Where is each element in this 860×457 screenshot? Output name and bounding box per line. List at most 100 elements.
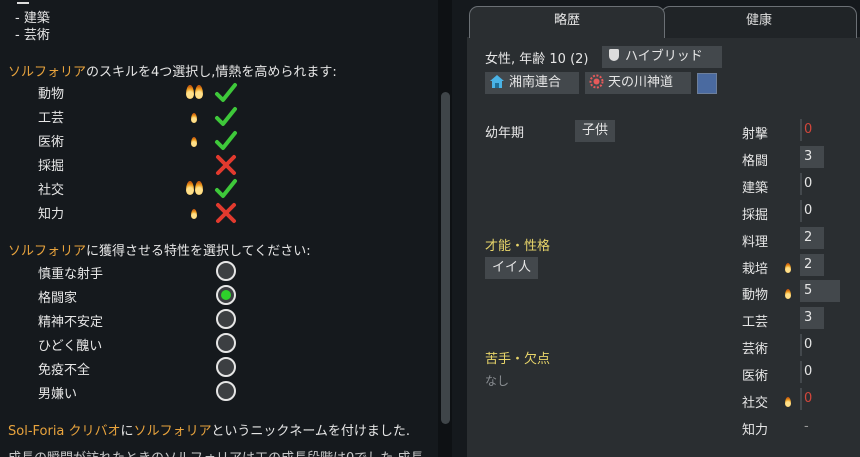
faction-label: 湘南連合 <box>509 75 562 90</box>
skill-label: 知力 <box>38 207 65 222</box>
skill-name: 採掘 <box>742 207 769 223</box>
checkmark-icon <box>214 82 238 108</box>
skill-label: 工芸 <box>38 111 65 126</box>
tab-health[interactable]: 健康 <box>661 6 857 38</box>
skill-label: 医術 <box>38 135 65 150</box>
skill-level-bar[interactable]: 5 <box>800 280 840 303</box>
nickname-text: というニックネームを付けました. <box>211 424 411 439</box>
skill-level-bar[interactable]: 2 <box>800 226 824 249</box>
skill-row[interactable]: 採掘 <box>0 155 430 177</box>
top-list-item: - 芸術 <box>15 28 50 43</box>
skill-row[interactable]: 工芸 <box>0 107 430 129</box>
skill-level-bar[interactable]: 0 <box>800 388 824 410</box>
trait-option-label: 慎重な射手 <box>38 267 104 282</box>
passion-flame-icon <box>191 209 197 219</box>
faction-chip[interactable]: 湘南連合 <box>485 72 579 94</box>
radio-button[interactable] <box>216 333 236 353</box>
skill-name: 栽培 <box>742 261 769 277</box>
trait-option-label: 精神不安定 <box>38 315 104 330</box>
trait-option-label: 免疫不全 <box>38 363 91 378</box>
skill-level-bar[interactable]: 0 <box>800 119 824 141</box>
skill-row[interactable]: 動物 <box>0 83 430 105</box>
passion-flame-icon <box>186 181 194 195</box>
skill-level-bar[interactable]: 0 <box>800 361 824 384</box>
skill-name: 芸術 <box>742 342 769 358</box>
scrollbar-thumb[interactable] <box>441 92 450 424</box>
passion-flame-icon <box>186 85 194 99</box>
radio-button[interactable] <box>216 381 236 401</box>
nickname-link[interactable]: ソルフォリア <box>134 424 212 439</box>
clipped-line <box>17 0 47 6</box>
skill-prompt: ソルフォリアのスキルを4つ選択し,情熱を高められます: <box>8 61 337 80</box>
trait-option-row[interactable]: ひどく醜い <box>0 333 430 357</box>
trait-option-row[interactable]: 精神不安定 <box>0 309 430 333</box>
ideology-chip[interactable]: 天の川神道 <box>585 72 691 94</box>
gender-age: 女性, 年齢 10 (2) <box>485 52 589 67</box>
nickname-text: に <box>120 424 134 439</box>
character-info-panel: 略歴 健康 女性, 年齢 10 (2) ハイブリッド 湘南連合 天の川神道 幼年… <box>467 0 860 457</box>
skill-label: 動物 <box>38 87 65 102</box>
skill-level-bar[interactable]: 3 <box>800 307 824 330</box>
skill-row[interactable]: 社交 <box>0 179 430 201</box>
ideology-color-swatch[interactable] <box>697 73 717 94</box>
skill-level-bar[interactable]: 0 <box>800 172 824 195</box>
trait-option-label: ひどく醜い <box>38 339 103 354</box>
radio-button[interactable] <box>216 261 236 281</box>
skill-name: 建築 <box>742 180 769 196</box>
trait-option-row[interactable]: 男嫌い <box>0 381 430 405</box>
trait-option-row[interactable]: 免疫不全 <box>0 357 430 381</box>
traits-section-title: 才能・性格 <box>485 239 551 254</box>
skill-level-bar[interactable]: 0 <box>800 199 824 222</box>
trait-prompt-text: に獲得させる特性を選択してください: <box>86 244 311 259</box>
nickname-message: Sol-Foria クリバオにソルフォリアというニックネームを付けました. <box>8 420 410 439</box>
checkmark-icon <box>214 130 238 156</box>
cross-icon <box>214 154 238 180</box>
skill-name: 料理 <box>742 234 769 250</box>
skill-name: 工芸 <box>742 315 769 331</box>
radio-button[interactable] <box>216 357 236 377</box>
skill-prompt-text: のスキルを4つ選択し,情熱を高められます: <box>86 65 337 80</box>
incapable-section-title: 苦手・欠点 <box>485 352 551 367</box>
skill-level-bar[interactable]: 3 <box>800 145 824 168</box>
tab-biography[interactable]: 略歴 <box>469 6 665 38</box>
radio-button[interactable] <box>216 285 236 305</box>
shield-icon <box>609 49 619 61</box>
skill-name: 社交 <box>742 396 769 411</box>
trait-chip[interactable]: イイ人 <box>485 257 539 279</box>
skill-name: 医術 <box>742 369 769 385</box>
radio-button[interactable] <box>216 309 236 329</box>
passion-flame-icon <box>195 181 203 195</box>
pawn-name-link[interactable]: ソルフォリア <box>8 65 86 80</box>
skill-name: 格闘 <box>742 153 769 169</box>
passion-flame-icon <box>191 137 197 147</box>
cut-off-text: 成長の瞬間が訪れたときのソルフォリアは工の成長段階は0でした.成長 <box>8 447 423 457</box>
skill-name: 射撃 <box>742 127 769 142</box>
passion-flame-icon <box>785 262 791 273</box>
skill-row[interactable]: 知力 <box>0 203 430 225</box>
xenotype-chip[interactable]: ハイブリッド <box>602 46 722 68</box>
checkmark-icon <box>214 178 238 204</box>
character-creation-panel: - 建築 - 芸術 ソルフォリアのスキルを4つ選択し,情熱を高められます: 動物… <box>0 0 455 457</box>
trait-option-row[interactable]: 格闘家 <box>0 285 430 309</box>
childhood-backstory-chip[interactable]: 子供 <box>575 120 616 142</box>
ideology-icon <box>589 74 604 97</box>
incapable-value: なし <box>485 374 510 388</box>
full-name-link[interactable]: Sol-Foria クリバオ <box>8 424 121 439</box>
skill-name: 知力 <box>742 422 769 438</box>
skill-name: 動物 <box>742 288 769 304</box>
passion-flame-icon <box>785 397 791 407</box>
house-icon <box>489 74 505 97</box>
skill-level-value: - <box>804 418 809 434</box>
ideology-label: 天の川神道 <box>608 75 674 90</box>
tab-bar: 略歴 健康 <box>467 0 860 38</box>
skill-row[interactable]: 医術 <box>0 131 430 153</box>
trait-option-label: 格闘家 <box>38 291 78 306</box>
passion-flame-icon <box>195 85 203 99</box>
xenotype-label: ハイブリッド <box>625 49 703 64</box>
pawn-name-link[interactable]: ソルフォリア <box>8 244 86 259</box>
trait-option-row[interactable]: 慎重な射手 <box>0 261 430 285</box>
childhood-label: 幼年期 <box>485 126 525 141</box>
skill-label: 採掘 <box>38 159 65 174</box>
skill-level-bar[interactable]: 0 <box>800 334 824 357</box>
skill-level-bar[interactable]: 2 <box>800 253 824 276</box>
